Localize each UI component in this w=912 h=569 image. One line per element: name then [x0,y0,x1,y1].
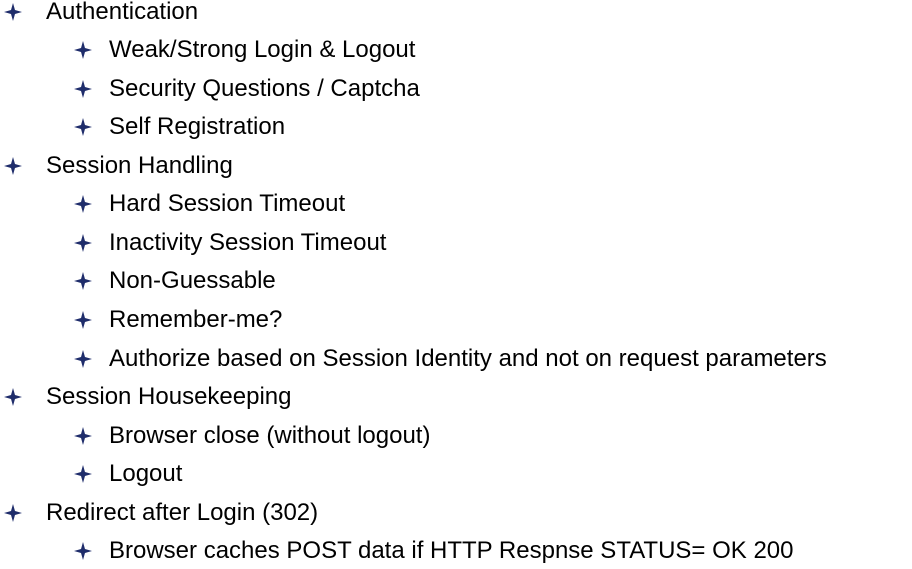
list-item-label: Security Questions / Captcha [109,75,420,102]
four-point-star-icon [4,3,22,21]
list-item-label: Logout [109,460,183,487]
four-point-star-icon [74,41,92,59]
list-item-label: Non-Guessable [109,267,276,294]
four-point-star-icon [4,388,22,406]
list-item-label: Redirect after Login (302) [46,499,319,526]
four-point-star-icon [4,504,22,522]
four-point-star-icon [74,350,92,368]
list-item-label: Hard Session Timeout [109,190,346,217]
four-point-star-icon [74,427,92,445]
four-point-star-icon [74,311,92,329]
four-point-star-icon [74,542,92,560]
list-item-label: Remember-me? [109,306,283,333]
four-point-star-icon [74,234,92,252]
list-item-label: Weak/Strong Login & Logout [109,36,416,63]
list-item-label: Inactivity Session Timeout [109,229,387,256]
list-item-label: Authentication [46,0,199,25]
four-point-star-icon [4,157,22,175]
list-item-label: Browser caches POST data if HTTP Respnse… [109,537,794,564]
four-point-star-icon [74,465,92,483]
four-point-star-icon [74,118,92,136]
list-item-label: Session Housekeeping [46,383,292,410]
list-item-label: Authorize based on Session Identity and … [109,345,827,372]
four-point-star-icon [74,272,92,290]
four-point-star-icon [74,80,92,98]
list-item-label: Session Handling [46,152,233,179]
list-item-label: Browser close (without logout) [109,422,431,449]
four-point-star-icon [74,195,92,213]
list-item-label: Self Registration [109,113,286,140]
